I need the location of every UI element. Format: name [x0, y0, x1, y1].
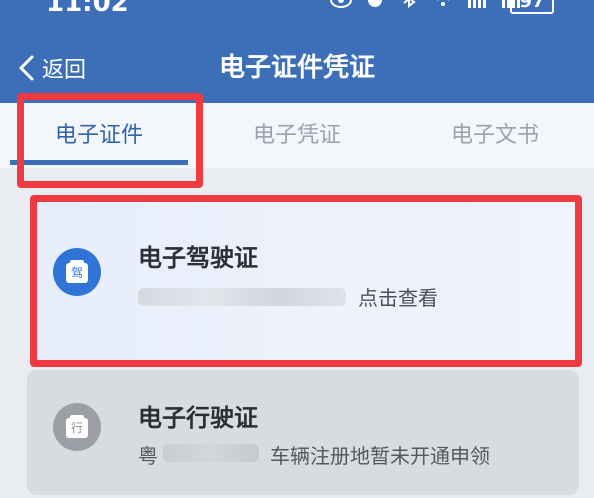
license-icon-char: 驾: [70, 266, 83, 280]
battery-indicator: 97: [510, 0, 554, 14]
vehicle-icon-circle: 行: [53, 403, 101, 451]
unavailable-note: 车辆注册地暂未开通申领: [270, 444, 490, 468]
alarm-icon: [368, 0, 382, 7]
vehicle-license-title: 电子行驶证: [138, 404, 258, 432]
active-tab-indicator: [10, 160, 188, 165]
wifi-icon: [437, 0, 449, 6]
tab-electronic-certificates[interactable]: 电子证件: [0, 103, 198, 168]
status-icons: [330, 0, 522, 8]
page-title: 电子证件凭证: [218, 53, 375, 83]
app-header: 11:02 97 返回 电子证件凭证: [0, 0, 594, 103]
bluetooth-icon: [403, 0, 416, 8]
status-bar: 11:02 97: [0, 0, 594, 20]
eye-icon: [330, 0, 352, 8]
license-icon-circle: 驾: [53, 248, 101, 296]
tab-electronic-documents[interactable]: 电子文书: [396, 103, 594, 168]
tab-bar: 电子证件 电子凭证 电子文书: [0, 103, 594, 168]
drivers-license-title: 电子驾驶证: [138, 244, 258, 272]
tab-electronic-vouchers[interactable]: 电子凭证: [198, 103, 396, 168]
plate-prefix: 粤: [138, 444, 158, 468]
status-time: 11:02: [46, 0, 129, 18]
drivers-license-card[interactable]: 驾 电子驾驶证 点击查看: [27, 200, 579, 360]
view-action-label[interactable]: 点击查看: [358, 282, 438, 311]
signal-icon-1: [468, 0, 486, 8]
vehicle-icon-char: 行: [70, 421, 83, 435]
redacted-license-number: [138, 288, 346, 306]
redacted-plate-number: [163, 444, 259, 462]
vehicle-license-card[interactable]: 行 电子行驶证 粤 车辆注册地暂未开通申领: [27, 370, 579, 495]
